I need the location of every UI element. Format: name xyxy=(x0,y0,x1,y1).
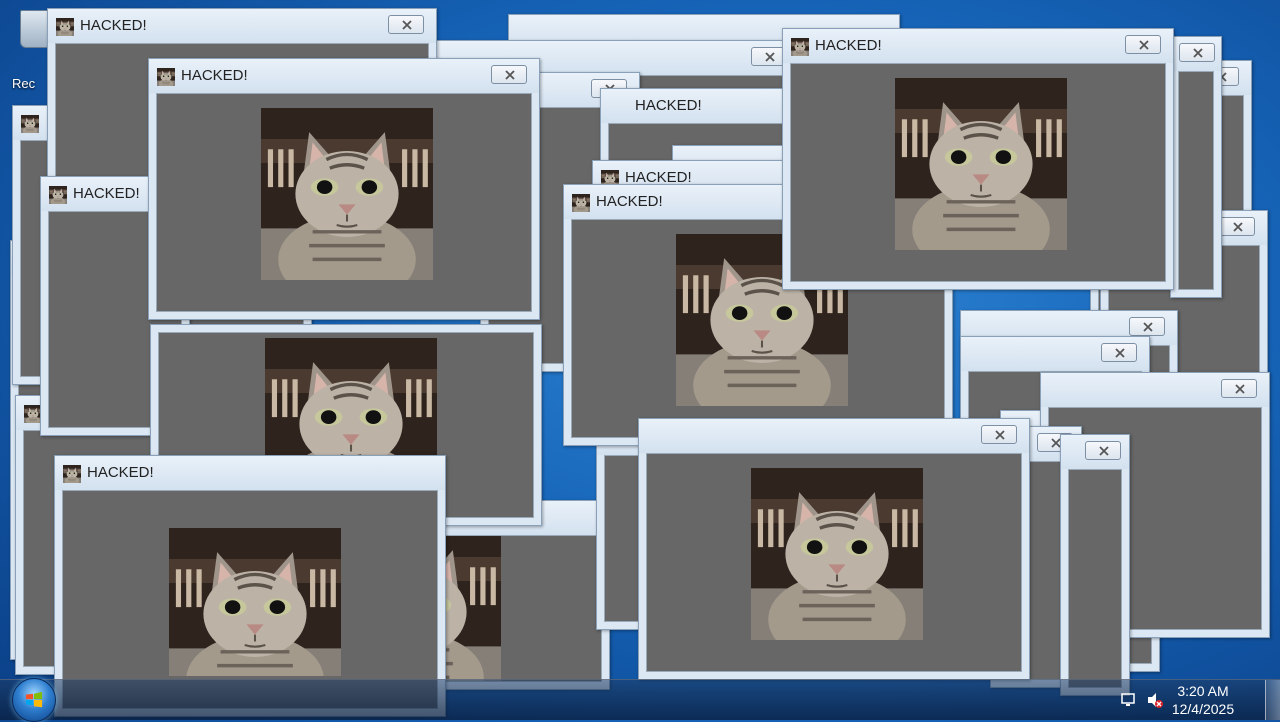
title-bar[interactable] xyxy=(961,337,1149,371)
popup-window[interactable] xyxy=(1060,434,1130,696)
title-bar[interactable]: HACKED! xyxy=(55,456,445,490)
window-title: HACKED! xyxy=(73,185,140,202)
window-content xyxy=(1068,469,1122,688)
window-content xyxy=(438,535,602,682)
cat-thumbnail-icon xyxy=(21,115,39,133)
close-button[interactable] xyxy=(1129,317,1165,336)
network-icon[interactable] xyxy=(1120,691,1138,709)
popup-window[interactable] xyxy=(1170,36,1222,298)
cat-thumbnail-icon xyxy=(56,18,74,36)
window-content xyxy=(62,490,438,709)
cat-thumbnail-icon xyxy=(157,68,175,86)
show-desktop-button[interactable] xyxy=(1265,680,1280,720)
window-title: HACKED! xyxy=(80,17,147,34)
popup-window[interactable]: HACKED! xyxy=(148,58,540,320)
window-title: HACKED! xyxy=(815,37,882,54)
cat-photo xyxy=(751,468,923,640)
title-bar[interactable] xyxy=(1171,37,1221,71)
windows-start-orb-icon[interactable] xyxy=(12,678,56,722)
cat-thumbnail-icon xyxy=(49,186,67,204)
cat-photo xyxy=(438,535,501,682)
close-button[interactable] xyxy=(388,15,424,34)
clock-time[interactable]: 3:20 AM xyxy=(1158,683,1248,699)
title-bar[interactable]: HACKED! xyxy=(783,29,1173,63)
title-bar[interactable] xyxy=(639,419,1029,453)
title-bar[interactable]: HACKED! xyxy=(149,59,539,93)
cat-thumbnail-icon xyxy=(572,194,590,212)
popup-window[interactable] xyxy=(638,418,1030,680)
popup-window[interactable]: HACKED! xyxy=(54,455,446,717)
close-button[interactable] xyxy=(1219,217,1255,236)
popup-window[interactable]: HACKED! xyxy=(782,28,1174,290)
cat-photo xyxy=(895,78,1067,250)
window-content xyxy=(646,453,1022,672)
window-title: HACKED! xyxy=(87,464,154,481)
taskbar: 3:20 AM 12/4/2025 xyxy=(0,678,1280,722)
window-content xyxy=(156,93,532,312)
close-button[interactable] xyxy=(1125,35,1161,54)
title-bar[interactable]: HACKED! xyxy=(48,9,436,43)
cat-thumbnail-icon xyxy=(63,465,81,483)
clock-date[interactable]: 12/4/2025 xyxy=(1158,701,1248,717)
popup-window[interactable] xyxy=(430,500,610,690)
desktop: Rec HACKED! HACKED! HACKED! HACKED! HACK… xyxy=(0,0,1280,720)
recycle-bin-label: Rec xyxy=(12,76,36,91)
close-button[interactable] xyxy=(981,425,1017,444)
close-button[interactable] xyxy=(491,65,527,84)
window-title: HACKED! xyxy=(181,67,248,84)
window-content xyxy=(1178,71,1214,290)
close-button[interactable] xyxy=(1221,379,1257,398)
title-bar[interactable] xyxy=(1061,435,1129,469)
cat-photo xyxy=(169,528,341,676)
close-button[interactable] xyxy=(1085,441,1121,460)
window-title: HACKED! xyxy=(635,97,702,114)
close-button[interactable] xyxy=(1101,343,1137,362)
window-content xyxy=(790,63,1166,282)
window-title: HACKED! xyxy=(596,193,663,210)
cat-thumbnail-icon xyxy=(791,38,809,56)
title-bar[interactable] xyxy=(1041,373,1269,407)
cat-photo xyxy=(261,108,433,280)
close-button[interactable] xyxy=(1179,43,1215,62)
system-tray: 3:20 AM 12/4/2025 xyxy=(1120,680,1280,720)
